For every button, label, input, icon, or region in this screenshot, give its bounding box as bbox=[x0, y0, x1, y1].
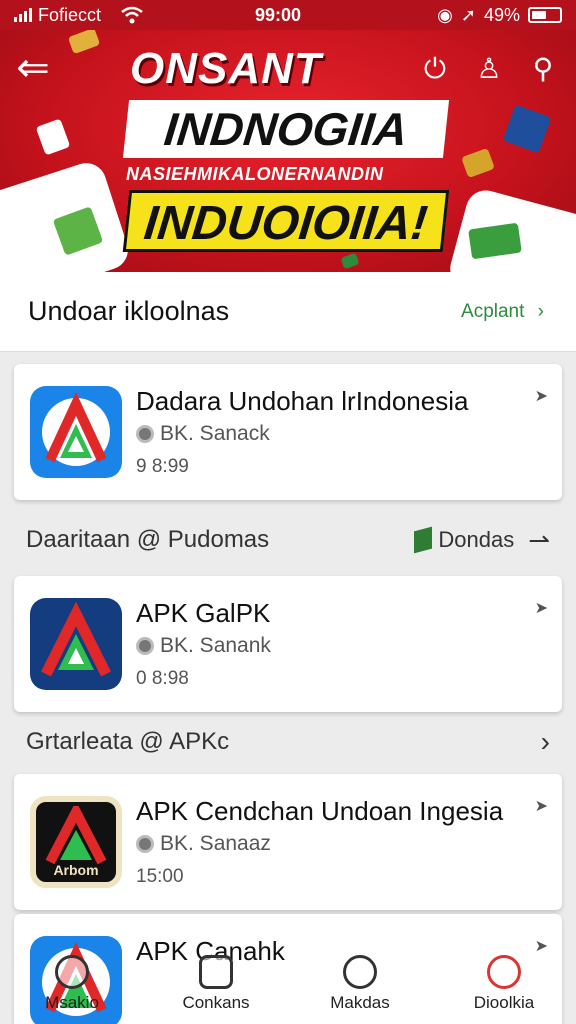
sub-header-title: Grtarleata @ APKc bbox=[26, 728, 230, 755]
app-icon bbox=[30, 598, 122, 690]
location-icon: ➚ bbox=[460, 4, 476, 25]
app-size: 0 8:98 bbox=[136, 668, 189, 689]
chevron-right-icon: › bbox=[537, 300, 544, 322]
nav-item-downloads[interactable]: Conkans bbox=[144, 944, 288, 1024]
share-icon[interactable]: ➤ bbox=[535, 386, 548, 406]
nav-label: Msakio bbox=[45, 993, 99, 1012]
decoration-icon bbox=[35, 118, 71, 156]
clock: 99:00 bbox=[254, 4, 302, 25]
nav-item-profile[interactable]: Dioolkia bbox=[432, 944, 576, 1024]
app-name: APK Cendchan Undoan Ingesia bbox=[136, 796, 504, 826]
carrier-name: Fofiecct bbox=[38, 4, 102, 25]
nav-label: Dioolkia bbox=[473, 993, 535, 1012]
account-icon[interactable]: ♙ bbox=[472, 52, 506, 86]
app-developer: BK. Sanaaz bbox=[136, 832, 271, 856]
app-icon-label: Arbom bbox=[53, 862, 99, 878]
decoration-icon bbox=[461, 147, 495, 179]
decoration-icon bbox=[340, 252, 360, 270]
share-icon[interactable]: ➤ bbox=[535, 598, 548, 618]
app-card[interactable]: Arbom APK Cendchan Undoan Ingesia BK. Sa… bbox=[14, 774, 562, 910]
battery-icon bbox=[528, 7, 562, 23]
section-link[interactable]: Acplant › bbox=[461, 301, 544, 323]
profile-icon bbox=[487, 955, 521, 989]
developer-name: BK. Sanank bbox=[160, 634, 271, 657]
app-size: 15:00 bbox=[136, 866, 184, 887]
section-link-label: Acplant bbox=[461, 300, 525, 322]
banner-subtitle: NASIEHMIKALONERNANDIN bbox=[126, 164, 384, 184]
sub-header-link-label: Dondas bbox=[438, 527, 515, 552]
app-size: 9 8:99 bbox=[136, 456, 189, 477]
wifi-icon bbox=[121, 6, 143, 24]
developer-icon bbox=[136, 835, 154, 853]
arrow-right-icon: ⇀ bbox=[528, 524, 550, 555]
app-card[interactable]: Dadara Undohan lrIndonesia BK. Sanack 9 … bbox=[14, 364, 562, 500]
nav-label: Makdas bbox=[330, 993, 390, 1012]
alarm-icon: ◉ bbox=[437, 4, 453, 25]
sub-header-link[interactable]: Dondas ⇀ bbox=[414, 525, 550, 556]
search-icon bbox=[55, 955, 89, 989]
developer-icon bbox=[136, 637, 154, 655]
developer-icon bbox=[136, 425, 154, 443]
status-bar: Fofiecct 99:00 ◉ ➚ 49% bbox=[0, 0, 576, 30]
banner-highlight: INDUOIOIIA! bbox=[122, 190, 450, 252]
bottom-navigation: Msakio Conkans Makdas Dioolkia bbox=[0, 944, 576, 1024]
sub-header-title: Daaritaan @ Pudomas bbox=[26, 526, 270, 553]
sub-header: Grtarleata @ APKc › bbox=[0, 722, 576, 762]
banner-heading: INDNOGIIA bbox=[122, 100, 450, 158]
developer-name: BK. Sanack bbox=[160, 422, 270, 445]
nav-label: Conkans bbox=[182, 993, 250, 1012]
signal-icon bbox=[14, 8, 32, 22]
nav-item-search[interactable]: Msakio bbox=[0, 944, 144, 1024]
banner-title: ONSANT bbox=[130, 44, 322, 93]
sub-header: Daaritaan @ Pudomas Dondas ⇀ bbox=[0, 520, 576, 560]
app-name: Dadara Undohan lrIndonesia bbox=[136, 386, 469, 416]
battery-percent: 49% bbox=[483, 4, 520, 25]
app-icon: Arbom bbox=[30, 796, 122, 888]
section-title: Undoar ikloolnas bbox=[28, 296, 230, 326]
pin-icon[interactable]: ⚲ bbox=[526, 52, 560, 86]
app-developer: BK. Sanank bbox=[136, 634, 271, 658]
app-name: APK GalPK bbox=[136, 598, 271, 628]
back-arrow-icon[interactable]: ⇐ bbox=[8, 48, 58, 90]
section-header: Undoar ikloolnas Acplant › bbox=[0, 272, 576, 352]
developer-name: BK. Sanaaz bbox=[160, 832, 271, 855]
app-icon bbox=[30, 386, 122, 478]
decoration-icon bbox=[67, 30, 101, 55]
box-icon bbox=[414, 526, 433, 554]
chevron-right-icon[interactable]: › bbox=[541, 726, 550, 758]
share-icon[interactable]: ➤ bbox=[535, 796, 548, 816]
library-icon bbox=[343, 955, 377, 989]
power-icon[interactable]: ⏻ bbox=[418, 52, 452, 86]
decoration-icon bbox=[502, 104, 552, 154]
promo-banner[interactable]: ⇐ ⏻ ♙ ⚲ ONSANT INDNOGIIA NASIEHMIKALONER… bbox=[0, 30, 576, 272]
nav-item-library[interactable]: Makdas bbox=[288, 944, 432, 1024]
app-card[interactable]: APK GalPK BK. Sanank 0 8:98 ➤ bbox=[14, 576, 562, 712]
downloads-icon bbox=[199, 955, 233, 989]
app-developer: BK. Sanack bbox=[136, 422, 270, 446]
